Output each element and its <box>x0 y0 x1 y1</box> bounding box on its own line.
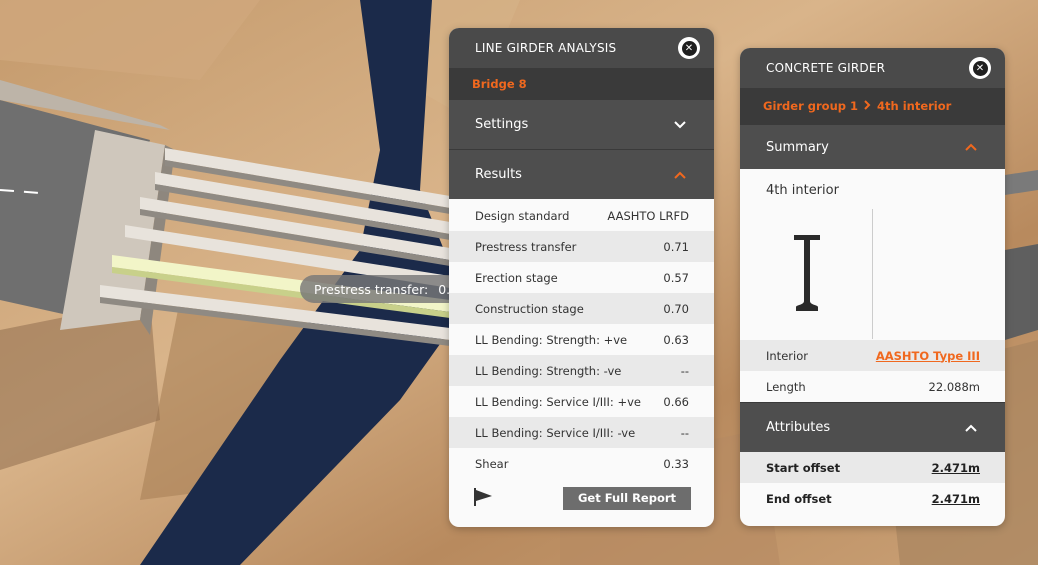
result-value: 0.71 <box>663 239 689 254</box>
result-label: Construction stage <box>475 301 584 316</box>
panel-titlebar: LINE GIRDER ANALYSIS ✕ <box>449 28 714 68</box>
length-value: 22.088m <box>928 379 980 394</box>
i-beam-section-icon <box>794 235 820 311</box>
interior-row: Interior AASHTO Type III <box>740 340 1005 371</box>
bridge-name: Bridge 8 <box>449 68 714 99</box>
result-value: 0.66 <box>663 394 689 409</box>
result-label: Design standard <box>475 208 570 223</box>
start-offset-label: Start offset <box>766 460 841 475</box>
chevron-up-icon[interactable] <box>963 139 979 155</box>
breadcrumb-item-group[interactable]: Girder group 1 <box>763 99 858 113</box>
start-offset-value[interactable]: 2.471m <box>932 461 980 475</box>
breadcrumb: Girder group 1 4th interior <box>740 88 1005 124</box>
result-value: AASHTO LRFD <box>607 208 689 223</box>
close-icon[interactable]: ✕ <box>969 57 991 79</box>
close-icon[interactable]: ✕ <box>678 37 700 59</box>
result-value: -- <box>680 363 689 378</box>
result-row: Prestress transfer 0.71 <box>449 231 714 262</box>
result-row: LL Bending: Strength: +ve 0.63 <box>449 324 714 355</box>
chevron-right-icon <box>864 99 871 113</box>
result-value: 0.33 <box>663 456 689 471</box>
length-label: Length <box>766 379 806 394</box>
flag-icon[interactable] <box>473 487 495 510</box>
panel-footer: Get Full Report <box>449 479 714 517</box>
chevron-up-icon[interactable] <box>672 167 688 183</box>
length-row: Length 22.088m <box>740 371 1005 402</box>
concrete-girder-panel: CONCRETE GIRDER ✕ Girder group 1 4th int… <box>740 48 1005 526</box>
result-row: Shear 0.33 <box>449 448 714 479</box>
result-label: Shear <box>475 456 509 471</box>
result-value: 0.63 <box>663 332 689 347</box>
girder-name: 4th interior <box>766 183 839 198</box>
summary-section-header[interactable]: Summary <box>740 124 1005 169</box>
chevron-down-icon[interactable] <box>672 117 688 133</box>
panel-titlebar: CONCRETE GIRDER ✕ <box>740 48 1005 88</box>
result-row: LL Bending: Strength: -ve -- <box>449 355 714 386</box>
end-offset-row: End offset 2.471m <box>740 483 1005 514</box>
divider <box>872 209 873 339</box>
summary-label: Summary <box>766 139 829 155</box>
interior-type-link[interactable]: AASHTO Type III <box>876 349 980 363</box>
result-label: Erection stage <box>475 270 558 285</box>
summary-body: 4th interior <box>740 169 1005 340</box>
result-value: 0.70 <box>663 301 689 316</box>
result-label: Prestress transfer <box>475 239 577 254</box>
start-offset-row: Start offset 2.471m <box>740 452 1005 483</box>
breadcrumb-item-girder[interactable]: 4th interior <box>877 99 951 113</box>
bridge-label: Bridge 8 <box>472 76 527 91</box>
result-label: LL Bending: Strength: +ve <box>475 332 628 347</box>
result-label: LL Bending: Service I/III: -ve <box>475 425 636 440</box>
result-row: LL Bending: Service I/III: -ve -- <box>449 417 714 448</box>
results-label: Results <box>475 167 522 182</box>
settings-section-header[interactable]: Settings <box>449 99 714 149</box>
attributes-section-header[interactable]: Attributes <box>740 402 1005 452</box>
attributes-label: Attributes <box>766 420 831 435</box>
end-offset-value[interactable]: 2.471m <box>932 492 980 506</box>
result-row: Erection stage 0.57 <box>449 262 714 293</box>
result-value: 0.57 <box>663 270 689 285</box>
get-full-report-button[interactable]: Get Full Report <box>563 486 691 510</box>
result-value: -- <box>680 425 689 440</box>
results-table: Design standard AASHTO LRFD Prestress tra… <box>449 199 714 479</box>
result-row: Construction stage 0.70 <box>449 293 714 324</box>
panel-title: LINE GIRDER ANALYSIS <box>475 41 617 55</box>
end-offset-label: End offset <box>766 491 832 506</box>
chevron-up-icon[interactable] <box>963 420 979 436</box>
interior-label: Interior <box>766 348 808 363</box>
results-section-header[interactable]: Results <box>449 149 714 199</box>
tooltip-label: Prestress transfer: <box>314 281 429 297</box>
line-girder-analysis-panel: LINE GIRDER ANALYSIS ✕ Bridge 8 Settings… <box>449 28 714 527</box>
panel-title: CONCRETE GIRDER <box>766 61 886 75</box>
result-label: LL Bending: Service I/III: +ve <box>475 394 641 409</box>
result-row: Design standard AASHTO LRFD <box>449 200 714 231</box>
settings-label: Settings <box>475 117 529 132</box>
result-row: LL Bending: Service I/III: +ve 0.66 <box>449 386 714 417</box>
result-label: LL Bending: Strength: -ve <box>475 363 622 378</box>
